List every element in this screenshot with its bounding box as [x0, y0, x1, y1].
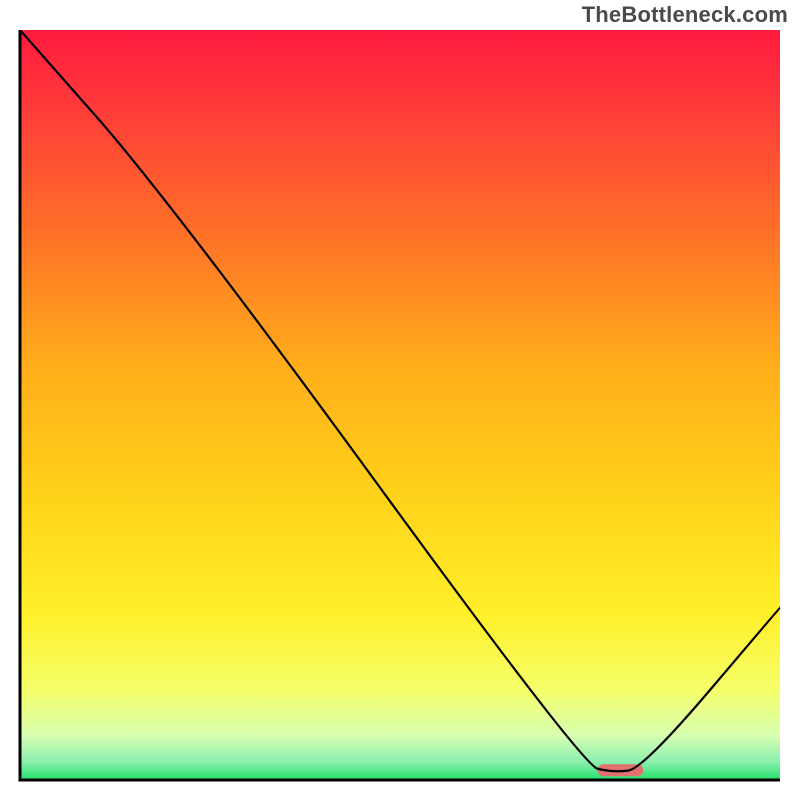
- chart-container: TheBottleneck.com: [0, 0, 800, 800]
- watermark-text: TheBottleneck.com: [582, 2, 788, 28]
- gradient-bg: [20, 30, 780, 780]
- bottleneck-chart: [18, 30, 782, 782]
